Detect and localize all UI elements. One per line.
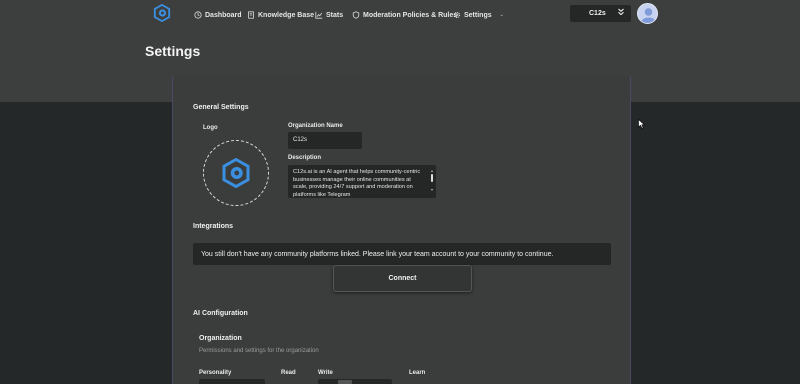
organization-logo-icon xyxy=(222,158,250,188)
logo-upload[interactable] xyxy=(203,140,269,206)
nav-stats-label: Stats xyxy=(326,11,344,19)
page-title: Settings xyxy=(145,43,201,59)
learn-label: Learn xyxy=(409,370,426,376)
description-label: Description xyxy=(288,155,322,161)
description-text: C12s.ai is an AI agent that helps commun… xyxy=(293,169,421,198)
write-slider-handle[interactable] xyxy=(338,380,352,384)
user-icon xyxy=(641,8,656,23)
organization-name-input[interactable]: C12s xyxy=(288,132,362,149)
app-logo-icon[interactable] xyxy=(153,4,171,22)
settings-card: General Settings Logo Organization Name … xyxy=(172,76,631,384)
organization-subheading: Organization xyxy=(199,335,242,342)
scroll-down-icon: ▾ xyxy=(430,187,433,192)
chevron-down-icon: ⌄ xyxy=(499,12,504,18)
nav-stats[interactable]: Stats xyxy=(315,9,343,21)
write-label: Write xyxy=(318,370,333,376)
mouse-cursor-icon xyxy=(638,119,646,129)
chart-icon xyxy=(315,11,323,19)
scrollbar-thumb[interactable] xyxy=(431,174,433,182)
nav-knowledge-base[interactable]: Knowledge Base xyxy=(247,9,314,21)
integrations-notice: You still don't have any community platf… xyxy=(193,243,611,265)
ai-configuration-heading: AI Configuration xyxy=(193,310,248,317)
nav-dashboard[interactable]: Dashboard xyxy=(194,9,242,21)
nav-moderation-label: Moderation Policies & Rules xyxy=(363,11,458,19)
nav-settings-label: Settings xyxy=(464,11,492,19)
nav-moderation[interactable]: Moderation Policies & Rules xyxy=(352,9,457,21)
general-settings-heading: General Settings xyxy=(193,104,249,111)
double-chevron-down-icon xyxy=(618,8,624,18)
description-textarea[interactable]: C12s.ai is an AI agent that helps commun… xyxy=(288,165,436,198)
nav-knowledge-base-label: Knowledge Base xyxy=(258,11,315,19)
top-navigation: Dashboard Knowledge Base Stats Moderatio… xyxy=(0,0,800,28)
gear-icon xyxy=(453,11,461,19)
integrations-notice-text: You still don't have any community platf… xyxy=(201,250,554,258)
organization-selector[interactable]: C12s xyxy=(570,5,631,22)
write-select[interactable] xyxy=(318,379,392,384)
read-label: Read xyxy=(281,370,296,376)
nav-dashboard-label: Dashboard xyxy=(205,11,242,19)
integrations-heading: Integrations xyxy=(193,223,234,230)
personality-select[interactable] xyxy=(199,379,265,384)
user-avatar[interactable] xyxy=(637,3,658,24)
organization-description: Permissions and settings for the organiz… xyxy=(199,348,319,354)
book-icon xyxy=(248,11,254,19)
shield-icon xyxy=(352,11,360,19)
organization-selector-value: C12s xyxy=(589,10,606,17)
logo-label: Logo xyxy=(203,125,218,131)
nav-settings[interactable]: Settings ⌄ xyxy=(453,9,504,21)
personality-label: Personality xyxy=(199,370,232,376)
organization-name-label: Organization Name xyxy=(288,123,343,129)
connect-button[interactable]: Connect xyxy=(333,265,472,292)
description-scrollbar[interactable]: ▴ ▾ xyxy=(430,167,434,195)
clock-icon xyxy=(194,11,202,19)
